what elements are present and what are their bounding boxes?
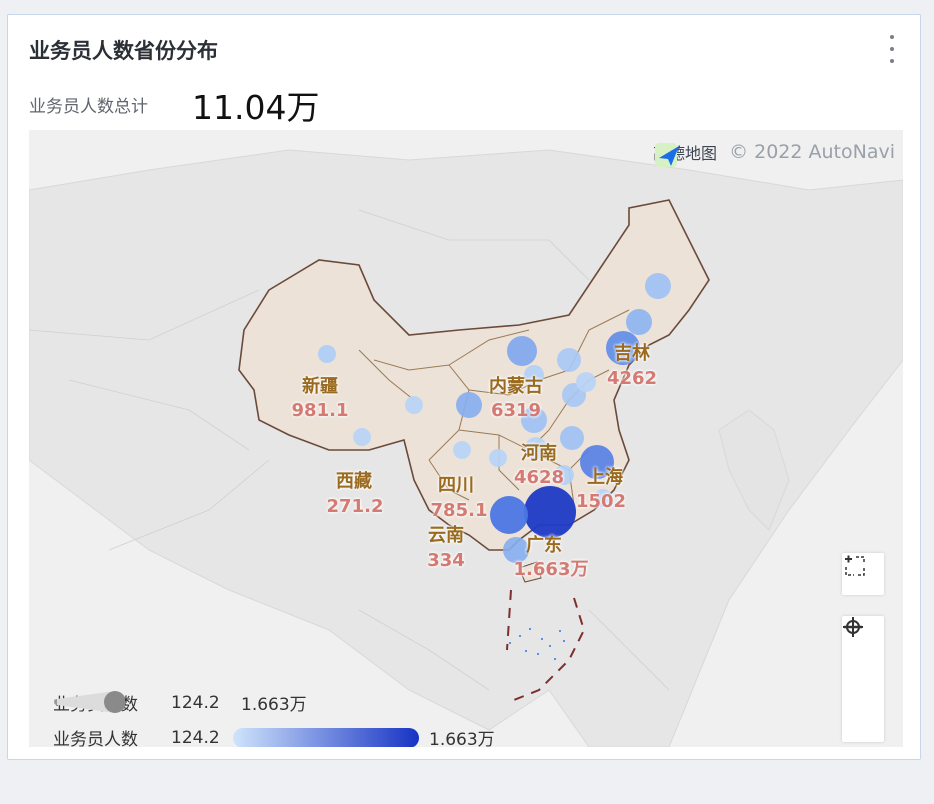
province-label: 吉林 <box>614 343 650 364</box>
fullscreen-icon[interactable] <box>842 553 884 595</box>
size-legend-min: 124.2 <box>171 692 220 713</box>
province-label: 上海 <box>587 467 623 488</box>
color-legend-ramp <box>233 727 419 747</box>
kpi-label: 业务员人数总计 <box>29 97 148 117</box>
amap-logo-icon <box>655 143 680 167</box>
color-legend: 业务员人数 124.2 1.663万 <box>53 725 495 747</box>
card-title: 业务员人数省份分布 <box>29 39 218 63</box>
map-copyright: © 2022 AutoNavi <box>729 141 895 163</box>
province-label: 四川 <box>438 475 474 496</box>
province-value: 981.1 <box>291 400 349 421</box>
province-label: 西藏 <box>336 471 372 492</box>
map-attribution: 高德地图 © 2022 AutoNavi <box>653 140 895 167</box>
province-label: 内蒙古 <box>489 376 543 397</box>
more-menu-icon[interactable] <box>890 35 896 63</box>
province-label: 广东 <box>526 535 562 556</box>
locate-icon[interactable] <box>842 617 884 700</box>
map-basemap <box>29 149 903 747</box>
province-value: 4628 <box>513 467 565 488</box>
minus-icon[interactable] <box>842 625 884 742</box>
zoom-control[interactable] <box>842 616 884 742</box>
fullscreen-control[interactable] <box>842 553 884 595</box>
map-canvas[interactable]: 高德地图 © 2022 AutoNavi 新疆 981.1 西藏 271.2 内… <box>29 130 903 747</box>
province-value: 1502 <box>575 491 627 512</box>
province-value: 6319 <box>490 400 542 421</box>
province-label: 新疆 <box>302 376 338 397</box>
size-legend-max: 1.663万 <box>241 695 307 715</box>
province-label: 河南 <box>521 443 557 464</box>
kpi-value: 11.04万 <box>192 88 320 127</box>
size-legend: 业务员人数 124.2 1.663万 <box>53 690 307 715</box>
province-label: 云南 <box>428 525 464 546</box>
province-value: 4262 <box>606 368 658 389</box>
color-legend-min: 124.2 <box>171 727 220 748</box>
chart-card: 业务员人数省份分布 业务员人数总计 11.04万 高德地图 © 2022 Aut… <box>7 14 921 760</box>
color-legend-name: 业务员人数 <box>53 730 138 747</box>
province-value: 785.1 <box>430 500 488 521</box>
province-value: 334 <box>427 550 465 571</box>
color-legend-max: 1.663万 <box>429 730 495 747</box>
province-value: 1.663万 <box>513 559 589 580</box>
size-legend-bar <box>54 691 125 713</box>
province-value: 271.2 <box>326 496 384 517</box>
